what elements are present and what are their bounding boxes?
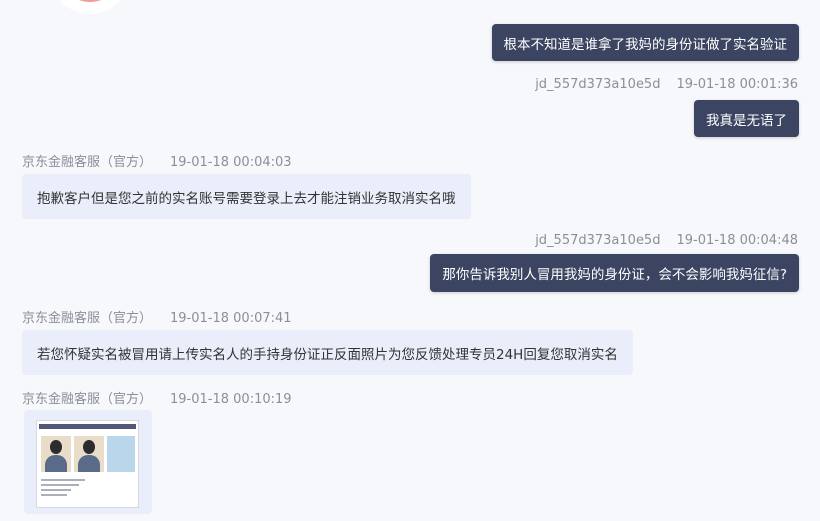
message-time: 19-01-18 00:04:03: [170, 155, 292, 170]
message-text: 那你告诉我别人冒用我妈的身份证，会不会影响我妈征信?: [442, 267, 787, 283]
outgoing-message-bubble[interactable]: 根本不知道是谁拿了我妈的身份证做了实名验证: [491, 24, 799, 61]
message-text: 抱歉客户但是您之前的实名账号需要登录上去才能注销业务取消实名哦: [37, 190, 456, 207]
message-text: 我真是无语了: [706, 112, 787, 129]
incoming-message-bubble[interactable]: 抱歉客户但是您之前的实名账号需要登录上去才能注销业务取消实名哦: [22, 174, 471, 219]
photo-head: [83, 440, 95, 454]
avatar-face: [58, 0, 122, 2]
thumbnail-id-card: [107, 436, 135, 472]
thumbnail-photo-back: [74, 436, 104, 472]
image-thumbnail-icon[interactable]: [36, 420, 139, 508]
message-text: 根本不知道是谁拿了我妈的身份证做了实名验证: [503, 36, 788, 53]
message-text: 若您怀疑实名被冒用请上传实名人的手持身份证正反面照片为您反馈处理专员24H回复您…: [37, 346, 618, 363]
user-avatar-icon: [50, 0, 130, 14]
message-meta: jd_557d373a10e5d 19-01-18 00:04:48: [535, 233, 798, 248]
message-time: 19-01-18 00:07:41: [170, 311, 292, 326]
message-time: 19-01-18 00:04:48: [676, 233, 798, 248]
message-meta: 京东金融客服（官方） 19-01-18 00:04:03: [22, 151, 292, 170]
sender-name: 京东金融客服（官方）: [22, 311, 153, 326]
thumbnail-text-line: [41, 489, 71, 491]
photo-body: [78, 455, 100, 472]
outgoing-message-bubble[interactable]: 那你告诉我别人冒用我妈的身份证，会不会影响我妈征信?: [430, 254, 799, 292]
outgoing-message-bubble[interactable]: 我真是无语了: [694, 100, 799, 137]
photo-body: [45, 455, 67, 472]
message-time: 19-01-18 00:01:36: [676, 77, 798, 92]
incoming-image-message[interactable]: [24, 410, 152, 514]
message-meta: 京东金融客服（官方） 19-01-18 00:10:19: [22, 388, 292, 407]
sender-name: jd_557d373a10e5d: [535, 233, 661, 248]
message-meta: jd_557d373a10e5d 19-01-18 00:01:36: [535, 77, 798, 92]
sender-name: jd_557d373a10e5d: [535, 77, 661, 92]
thumbnail-photo-front: [41, 436, 71, 472]
thumbnail-text-line: [41, 494, 67, 496]
message-time: 19-01-18 00:10:19: [170, 392, 292, 407]
chat-window: 根本不知道是谁拿了我妈的身份证做了实名验证 jd_557d373a10e5d 19…: [0, 0, 820, 521]
incoming-message-bubble[interactable]: 若您怀疑实名被冒用请上传实名人的手持身份证正反面照片为您反馈处理专员24H回复您…: [22, 330, 633, 375]
sender-name: 京东金融客服（官方）: [22, 392, 153, 407]
photo-head: [50, 440, 62, 454]
message-meta: 京东金融客服（官方） 19-01-18 00:07:41: [22, 307, 292, 326]
sender-name: 京东金融客服（官方）: [22, 155, 153, 170]
thumbnail-header-bar: [39, 424, 136, 429]
thumbnail-text-line: [41, 484, 79, 486]
thumbnail-text-line: [41, 479, 85, 481]
